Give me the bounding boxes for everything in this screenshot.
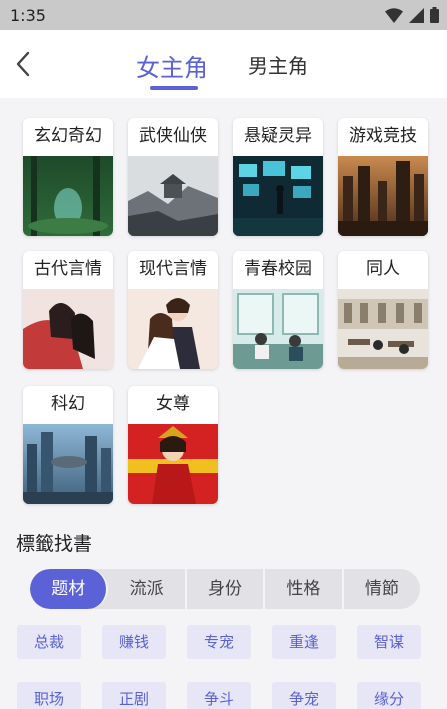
tag-chip[interactable]: 总裁 <box>17 625 81 659</box>
chevron-left-icon <box>16 51 30 77</box>
tag-chip[interactable]: 争斗 <box>187 682 251 709</box>
category-card-youth-campus[interactable]: 青春校园 <box>233 251 323 369</box>
tab-female-lead[interactable]: 女主角 <box>136 48 208 83</box>
tag-category-segmented-control: 题材 流派 身份 性格 情節 <box>30 569 420 609</box>
tag-chip[interactable]: 争宠 <box>272 682 336 709</box>
battery-icon <box>430 7 439 23</box>
category-cover-image <box>23 289 113 369</box>
category-label: 古代言情 <box>34 259 102 279</box>
tag-chip[interactable]: 正剧 <box>102 682 166 709</box>
category-label: 科幻 <box>51 394 85 414</box>
status-icons <box>385 7 439 23</box>
category-card-wuxia[interactable]: 武侠仙侠 <box>128 118 218 236</box>
cellular-signal-icon <box>409 8 424 23</box>
category-label: 同人 <box>366 259 400 279</box>
category-card-modern-romance[interactable]: 现代言情 <box>128 251 218 369</box>
category-card-sci-fi[interactable]: 科幻 <box>23 386 113 504</box>
category-cover-image <box>338 156 428 236</box>
tab-male-lead[interactable]: 男主角 <box>248 50 308 79</box>
tag-chip[interactable]: 智谋 <box>357 625 421 659</box>
category-label: 悬疑灵异 <box>244 126 312 146</box>
category-label: 游戏竞技 <box>349 126 417 146</box>
category-card-mystery[interactable]: 悬疑灵异 <box>233 118 323 236</box>
tag-chip[interactable]: 缘分 <box>357 682 421 709</box>
segment-personality[interactable]: 性格 <box>265 569 344 609</box>
category-cover-image <box>233 289 323 369</box>
category-label: 女尊 <box>156 394 190 414</box>
back-button[interactable] <box>12 50 36 78</box>
header: 女主角 男主角 <box>0 30 447 98</box>
segment-genre[interactable]: 流派 <box>108 569 187 609</box>
tag-search-title: 標籤找書 <box>16 533 93 555</box>
category-cover-image <box>233 156 323 236</box>
category-label: 现代言情 <box>139 259 207 279</box>
category-cover-image <box>23 424 113 504</box>
category-card-female-dominance[interactable]: 女尊 <box>128 386 218 504</box>
tag-chip[interactable]: 职场 <box>17 682 81 709</box>
category-label: 玄幻奇幻 <box>34 126 102 146</box>
category-cover-image <box>128 424 218 504</box>
tag-chip[interactable]: 专宠 <box>187 625 251 659</box>
category-label: 武侠仙侠 <box>139 126 207 146</box>
category-cover-image <box>128 289 218 369</box>
active-tab-indicator <box>150 86 198 90</box>
wifi-icon <box>385 8 403 23</box>
category-cover-image <box>338 289 428 369</box>
category-cover-image <box>23 156 113 236</box>
category-card-fan-fiction[interactable]: 同人 <box>338 251 428 369</box>
category-card-gaming[interactable]: 游戏竞技 <box>338 118 428 236</box>
tag-chip[interactable]: 赚钱 <box>102 625 166 659</box>
category-card-ancient-romance[interactable]: 古代言情 <box>23 251 113 369</box>
segment-plot[interactable]: 情節 <box>344 569 420 609</box>
status-time: 1:35 <box>10 6 46 25</box>
segment-identity[interactable]: 身份 <box>187 569 266 609</box>
category-card-fantasy[interactable]: 玄幻奇幻 <box>23 118 113 236</box>
segment-theme[interactable]: 题材 <box>30 569 109 609</box>
category-cover-image <box>128 156 218 236</box>
tag-chip[interactable]: 重逢 <box>272 625 336 659</box>
category-label: 青春校园 <box>244 259 312 279</box>
status-bar: 1:35 <box>0 0 447 30</box>
